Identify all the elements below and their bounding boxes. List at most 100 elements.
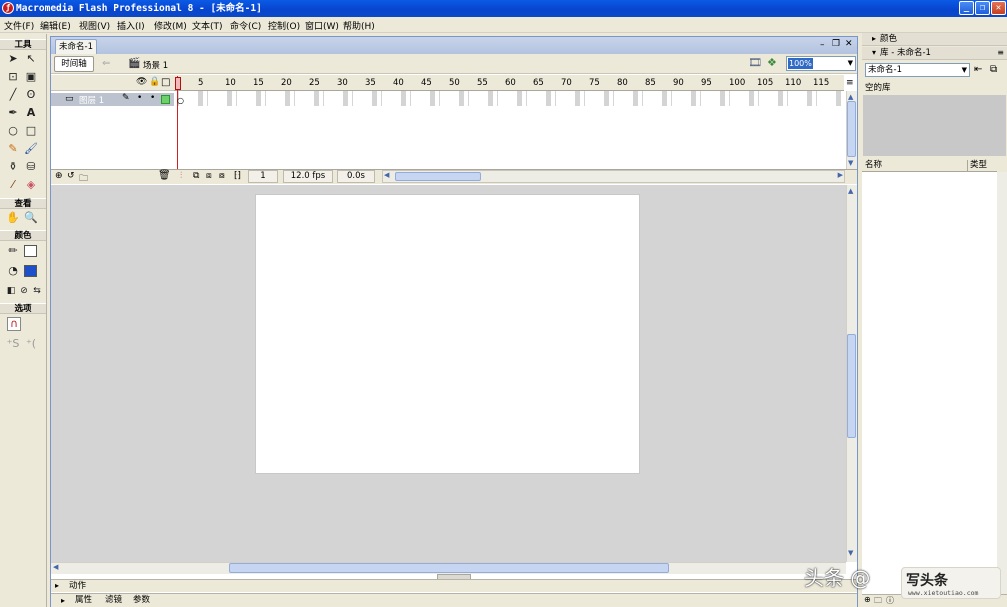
fill-transform-icon[interactable]: ▣: [24, 70, 38, 84]
expand-arrow-icon[interactable]: ▸: [61, 594, 65, 607]
eyedropper-icon[interactable]: ⁄: [6, 178, 20, 192]
scroll-thumb[interactable]: [229, 563, 669, 573]
library-panel-header[interactable]: ▾ 库 - 未命名-1 ≡: [862, 47, 1007, 60]
column-type[interactable]: 类型: [967, 160, 987, 171]
doc-close-icon[interactable]: ✕: [845, 39, 853, 49]
free-transform-icon[interactable]: ⊡: [6, 70, 20, 84]
back-arrow-icon[interactable]: ⇐: [102, 58, 110, 69]
rectangle-tool-icon[interactable]: □: [24, 124, 38, 138]
subselect-tool-icon[interactable]: ↖: [24, 52, 38, 66]
properties-panel-header[interactable]: ▸ 属性 滤镜 参数: [51, 593, 857, 607]
panel-menu-icon[interactable]: ≡: [997, 47, 1004, 59]
library-scrollbar[interactable]: [997, 172, 1007, 594]
document-tab[interactable]: 未命名-1: [55, 39, 97, 54]
layer-name[interactable]: 图层 1: [79, 94, 104, 106]
tab-parameters[interactable]: 参数: [133, 594, 150, 607]
outline-icon[interactable]: □: [161, 77, 170, 88]
frame-ruler[interactable]: 1 5 10 15 20 25 30 35 40 45 50 55 60 65 …: [174, 75, 844, 91]
brush-tool-icon[interactable]: 🖌: [24, 142, 38, 156]
edit-symbol-icon[interactable]: ❖: [767, 56, 777, 69]
lasso-tool-icon[interactable]: ʘ: [24, 88, 38, 102]
no-color-icon[interactable]: ⊘: [17, 284, 31, 298]
expand-arrow-icon[interactable]: ▸: [872, 33, 876, 45]
collapse-arrow-icon[interactable]: ▾: [872, 47, 876, 59]
pin-icon[interactable]: ⇤: [974, 64, 982, 75]
insert-layer-icon[interactable]: ⊕: [55, 171, 63, 181]
menu-commands[interactable]: 命令(C): [230, 19, 261, 32]
playhead-marker[interactable]: [175, 77, 181, 90]
scroll-thumb[interactable]: [847, 334, 856, 438]
actions-panel-header[interactable]: ▸ 动作: [51, 579, 857, 592]
minimize-button[interactable]: _: [959, 1, 974, 15]
arrow-tool-icon[interactable]: ➤: [6, 52, 20, 66]
frame-grid[interactable]: [174, 91, 844, 106]
stage-canvas[interactable]: [255, 194, 640, 474]
scroll-up-icon[interactable]: ▲: [848, 93, 853, 101]
visible-dot-icon[interactable]: •: [137, 93, 142, 103]
pencil-tool-icon[interactable]: ✎: [6, 142, 20, 156]
timeline-vertical-scrollbar[interactable]: ▲ ▼: [846, 91, 857, 169]
black-white-icon[interactable]: ◧: [4, 284, 18, 298]
oval-tool-icon[interactable]: ○: [6, 124, 20, 138]
menu-control[interactable]: 控制(O): [268, 19, 300, 32]
hand-tool-icon[interactable]: ✋: [6, 211, 20, 225]
new-symbol-icon[interactable]: ⊕: [864, 595, 871, 604]
menu-window[interactable]: 窗口(W): [305, 19, 339, 32]
close-button[interactable]: ✕: [991, 1, 1006, 15]
stroke-color-swatch[interactable]: [24, 245, 37, 257]
restore-button[interactable]: ❐: [975, 1, 990, 15]
scroll-down-icon[interactable]: ▼: [848, 549, 853, 557]
add-motion-guide-icon[interactable]: ↺: [67, 171, 75, 181]
eye-icon[interactable]: 👁: [136, 77, 147, 87]
smooth-icon[interactable]: ⁺S: [6, 337, 20, 351]
line-tool-icon[interactable]: ╱: [6, 88, 20, 102]
scroll-up-icon[interactable]: ▲: [848, 187, 853, 195]
edit-multiple-icon[interactable]: ⧇: [219, 171, 225, 181]
new-folder-icon[interactable]: 🗀: [874, 595, 882, 607]
straighten-icon[interactable]: ⁺(: [24, 337, 38, 351]
onion-skin-icon[interactable]: ⧉: [193, 171, 199, 181]
lock-dot-icon[interactable]: •: [150, 93, 155, 103]
zoom-tool-icon[interactable]: 🔍: [24, 211, 38, 225]
scroll-thumb[interactable]: [395, 172, 481, 181]
expand-arrow-icon[interactable]: ▸: [55, 580, 59, 592]
layer-color-swatch[interactable]: [161, 95, 170, 104]
tab-filters[interactable]: 滤镜: [105, 594, 122, 607]
color-panel-title[interactable]: 颜色: [880, 33, 897, 45]
library-item-list[interactable]: [862, 172, 997, 594]
eraser-icon[interactable]: ◈: [24, 178, 38, 192]
menu-insert[interactable]: 插入(I): [117, 19, 145, 32]
tab-properties[interactable]: 属性: [75, 594, 92, 607]
menu-view[interactable]: 视图(V): [79, 19, 110, 32]
scroll-left-icon[interactable]: ◀: [53, 563, 58, 571]
edit-scene-icon[interactable]: 🎞: [748, 56, 762, 69]
scroll-down-icon[interactable]: ▼: [848, 159, 853, 167]
doc-minimize-icon[interactable]: –: [820, 40, 825, 50]
paint-bucket-icon[interactable]: ⛁: [24, 160, 38, 174]
properties-icon[interactable]: ⓘ: [886, 595, 894, 606]
layer-row[interactable]: ▭ 图层 1 ✎ • •: [51, 93, 174, 106]
column-name[interactable]: 名称: [865, 160, 882, 171]
lock-icon[interactable]: 🔒: [149, 77, 160, 87]
menu-file[interactable]: 文件(F): [4, 19, 34, 32]
scroll-right-icon[interactable]: ▶: [838, 171, 843, 179]
stroke-color-icon[interactable]: ✏: [6, 244, 20, 258]
fill-color-swatch[interactable]: [24, 265, 37, 277]
menu-text[interactable]: 文本(T): [192, 19, 223, 32]
menu-edit[interactable]: 编辑(E): [40, 19, 71, 32]
snap-magnet-icon[interactable]: ∩: [7, 317, 21, 331]
fill-color-icon[interactable]: ◔: [6, 264, 20, 278]
onion-outline-icon[interactable]: ⧈: [206, 171, 212, 181]
timeline-menu-icon[interactable]: ≡: [846, 78, 854, 88]
scroll-left-icon[interactable]: ◀: [384, 171, 389, 179]
scene-label[interactable]: 场景 1: [143, 59, 168, 71]
center-frame-icon[interactable]: ⫶: [180, 171, 182, 181]
doc-restore-icon[interactable]: ❐: [832, 39, 840, 49]
library-panel-title[interactable]: 库 - 未命名-1: [880, 47, 931, 59]
pen-tool-icon[interactable]: ✒: [6, 106, 20, 120]
ink-bottle-icon[interactable]: ⚱: [6, 160, 20, 174]
scroll-thumb[interactable]: [847, 101, 856, 157]
text-tool-icon[interactable]: A: [24, 106, 38, 120]
timeline-toggle-button[interactable]: 时间轴: [54, 56, 94, 72]
zoom-select[interactable]: 100% ▼: [786, 56, 856, 71]
